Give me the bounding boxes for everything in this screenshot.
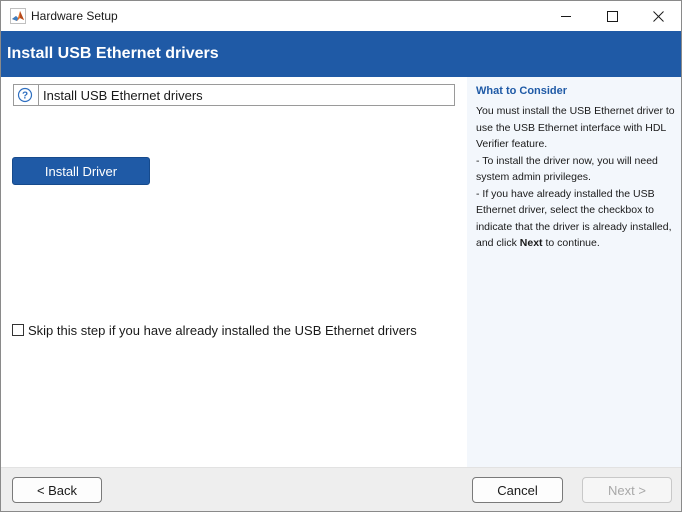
info-bullet-installed-end: to continue.: [542, 237, 600, 249]
info-intro: You must install the USB Ethernet driver…: [476, 105, 675, 150]
page-title: Install USB Ethernet drivers: [7, 45, 219, 62]
step-label: Install USB Ethernet drivers: [43, 88, 203, 103]
hardware-setup-window: Hardware Setup Install USB Ethernet driv…: [0, 0, 682, 512]
info-heading: What to Consider: [476, 85, 568, 97]
page-header: Install USB Ethernet drivers: [1, 31, 681, 77]
info-bullet-admin: - To install the driver now, you will ne…: [476, 154, 658, 184]
maximize-button[interactable]: [589, 1, 635, 31]
step-divider: [38, 85, 39, 105]
cancel-button[interactable]: Cancel: [472, 477, 563, 503]
window-title: Hardware Setup: [31, 9, 118, 23]
info-body: You must install the USB Ethernet driver…: [476, 103, 676, 252]
main-content: ? Install USB Ethernet drivers Install D…: [1, 77, 467, 467]
info-panel: What to Consider You must install the US…: [467, 77, 681, 467]
info-next-emphasis: Next: [519, 237, 543, 249]
skip-step-checkbox[interactable]: [12, 324, 24, 336]
next-button[interactable]: Next >: [582, 477, 672, 503]
skip-step-option[interactable]: Skip this step if you have already insta…: [12, 322, 417, 338]
svg-text:?: ?: [22, 91, 28, 102]
title-bar[interactable]: Hardware Setup: [1, 1, 681, 31]
footer-bar: < Back Cancel Next >: [1, 467, 681, 511]
maximize-icon: [606, 10, 618, 22]
close-button[interactable]: [635, 1, 681, 31]
matlab-membrane-icon: [10, 8, 26, 24]
install-driver-button[interactable]: Install Driver: [12, 157, 150, 185]
info-bullet-installed: - If you have already installed the USB …: [476, 186, 676, 252]
minimize-button[interactable]: [543, 1, 589, 31]
back-button[interactable]: < Back: [12, 477, 102, 503]
step-indicator: ? Install USB Ethernet drivers: [13, 84, 455, 106]
minimize-icon: [560, 11, 572, 22]
skip-step-label[interactable]: Skip this step if you have already insta…: [28, 323, 417, 338]
question-icon[interactable]: ?: [17, 87, 33, 103]
close-icon: [652, 10, 664, 22]
